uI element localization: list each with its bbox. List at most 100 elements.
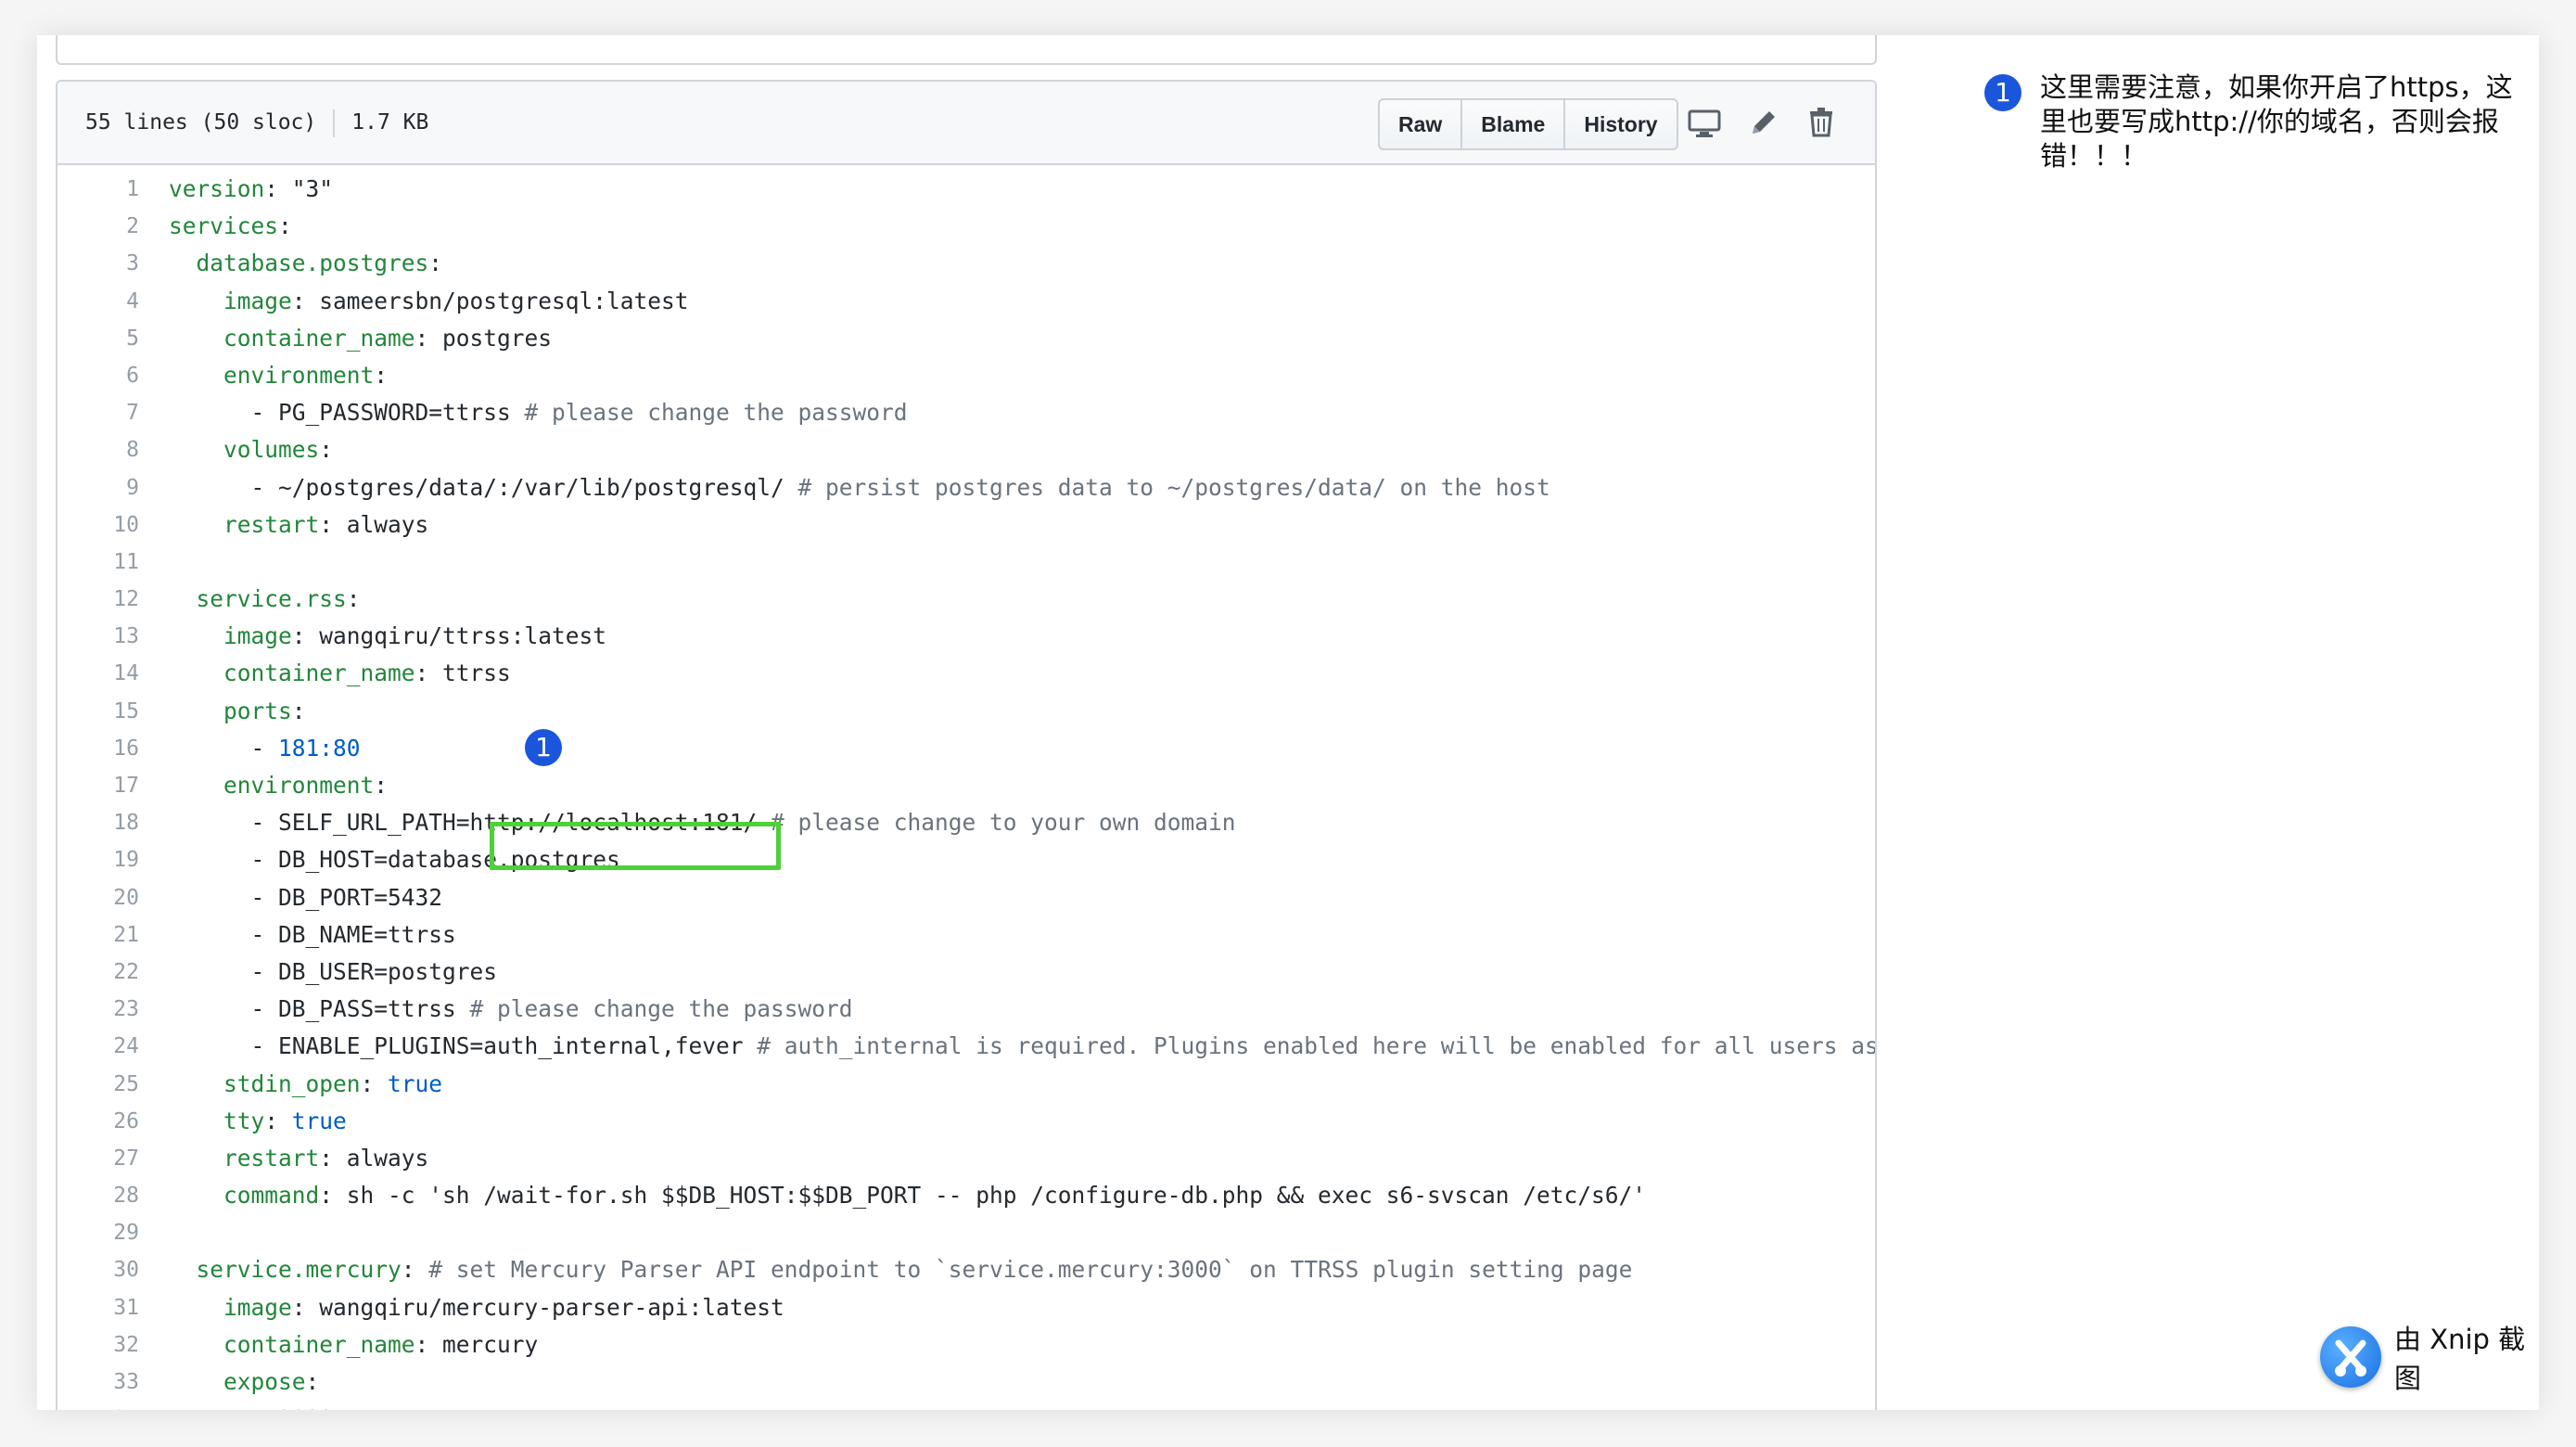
code-line: 4 image: sameersbn/postgresql:latest <box>57 283 1875 320</box>
line-number[interactable]: 15 <box>57 693 139 730</box>
yaml-item: - DB_PORT=5432 <box>250 883 443 911</box>
file-info: 55 lines (50 sloc) 1.7 KB <box>85 82 428 163</box>
desktop-icon[interactable] <box>1686 104 1723 141</box>
line-number[interactable]: 25 <box>57 1066 139 1103</box>
line-number[interactable]: 13 <box>57 618 139 655</box>
line-number[interactable]: 18 <box>57 804 139 841</box>
line-number[interactable]: 24 <box>57 1028 139 1065</box>
yaml-value: : postgres <box>414 324 553 352</box>
yaml-value: : <box>278 212 292 240</box>
line-content: - DB_NAME=ttrss <box>169 916 456 954</box>
divider <box>333 109 336 137</box>
yaml-value: : mercury <box>414 1330 539 1358</box>
line-content: stdin_open: true <box>169 1066 442 1103</box>
line-content: command: sh -c 'sh /wait-for.sh $$DB_HOS… <box>169 1177 1646 1214</box>
yaml-value: : wangqiru/ttrss:latest <box>291 622 607 650</box>
xnip-logo-icon <box>2320 1326 2381 1388</box>
blame-button[interactable]: Blame <box>1462 100 1566 148</box>
line-number[interactable]: 8 <box>57 431 139 468</box>
yaml-item: - ~/postgres/data/:/var/lib/postgresql/ <box>250 473 798 501</box>
yaml-literal: 181:80 <box>278 734 361 762</box>
line-number[interactable]: 20 <box>57 879 139 916</box>
line-number[interactable]: 14 <box>57 655 139 692</box>
line-number[interactable]: 27 <box>57 1140 139 1177</box>
line-number[interactable]: 9 <box>57 469 139 506</box>
line-number[interactable]: 30 <box>57 1251 139 1288</box>
yaml-item: - DB_USER=postgres <box>250 957 498 985</box>
line-number[interactable]: 26 <box>57 1103 139 1140</box>
line-number[interactable]: 3 <box>57 245 139 282</box>
line-number[interactable]: 1 <box>57 171 139 208</box>
line-number[interactable]: 12 <box>57 581 139 618</box>
code-view: 1 version: "3" 2 services: 3 database.postgr… <box>57 165 1875 1410</box>
line-number[interactable]: 7 <box>57 394 139 431</box>
line-number[interactable]: 5 <box>57 320 139 357</box>
line-number[interactable]: 10 <box>57 506 139 544</box>
line-number[interactable]: 22 <box>57 954 139 991</box>
line-number[interactable]: 21 <box>57 916 139 954</box>
line-count: 55 lines (50 sloc) <box>85 110 317 134</box>
yaml-value: : <box>428 250 443 277</box>
line-content: image: wangqiru/ttrss:latest <box>169 618 606 655</box>
line-number[interactable]: 17 <box>57 767 139 804</box>
raw-button[interactable]: Raw <box>1380 100 1463 148</box>
yaml-key: tty <box>223 1107 265 1134</box>
line-number[interactable]: 11 <box>57 544 139 581</box>
code-line: 14 container_name: ttrss <box>57 655 1875 692</box>
line-number[interactable]: 31 <box>57 1289 139 1326</box>
trash-icon[interactable] <box>1803 104 1840 141</box>
line-number[interactable]: 32 <box>57 1326 139 1364</box>
file-actions: Raw Blame History <box>1378 98 1678 150</box>
line-content: service.mercury: # set Mercury Parser AP… <box>169 1251 1633 1288</box>
code-line: 12 service.rss: <box>57 581 1875 618</box>
yaml-key: service.rss <box>196 585 347 613</box>
yaml-value: : <box>305 1368 320 1395</box>
file-viewer: 55 lines (50 sloc) 1.7 KB Raw Blame Histo… <box>56 80 1877 1410</box>
line-number[interactable]: 29 <box>57 1214 139 1251</box>
line-number[interactable]: 6 <box>57 357 139 394</box>
code-line: 7 - PG_PASSWORD=ttrss # please change th… <box>57 394 1875 431</box>
history-button[interactable]: History <box>1565 100 1676 148</box>
line-content: image: sameersbn/postgresql:latest <box>169 283 689 320</box>
yaml-value: : wangqiru/mercury-parser-api:latest <box>291 1293 784 1321</box>
yaml-value: : ttrss <box>414 659 511 687</box>
annotation-badge: 1 <box>525 729 562 766</box>
annotation-note: 这里需要注意，如果你开启了https，这里也要写成http://你的域名，否则会… <box>2040 71 2513 172</box>
line-content: tty: true <box>169 1103 347 1140</box>
line-number[interactable]: 28 <box>57 1177 139 1214</box>
line-number[interactable]: 2 <box>57 208 139 245</box>
line-number[interactable]: 23 <box>57 991 139 1028</box>
yaml-literal: true <box>291 1107 347 1134</box>
yaml-item: - DB_PASS=ttrss <box>250 995 470 1023</box>
code-line: 2 services: <box>57 208 1875 245</box>
code-line: 1 version: "3" <box>57 171 1875 208</box>
yaml-key: container_name <box>223 324 415 352</box>
line-number[interactable]: 33 <box>57 1364 139 1401</box>
line-number[interactable]: 34 <box>57 1401 139 1410</box>
code-line: 30 service.mercury: # set Mercury Parser… <box>57 1251 1875 1288</box>
line-number[interactable]: 19 <box>57 841 139 878</box>
code-line: 21 - DB_NAME=ttrss <box>57 916 1875 954</box>
yaml-key: container_name <box>223 1330 415 1358</box>
line-number[interactable]: 4 <box>57 283 139 320</box>
pencil-icon[interactable] <box>1745 104 1782 141</box>
line-content: expose: <box>169 1364 319 1401</box>
line-content: container_name: mercury <box>169 1326 538 1364</box>
code-line: 17 environment: <box>57 767 1875 804</box>
code-line: 15 ports: <box>57 693 1875 730</box>
line-number[interactable]: 16 <box>57 730 139 767</box>
line-content: - DB_USER=postgres <box>169 954 498 991</box>
